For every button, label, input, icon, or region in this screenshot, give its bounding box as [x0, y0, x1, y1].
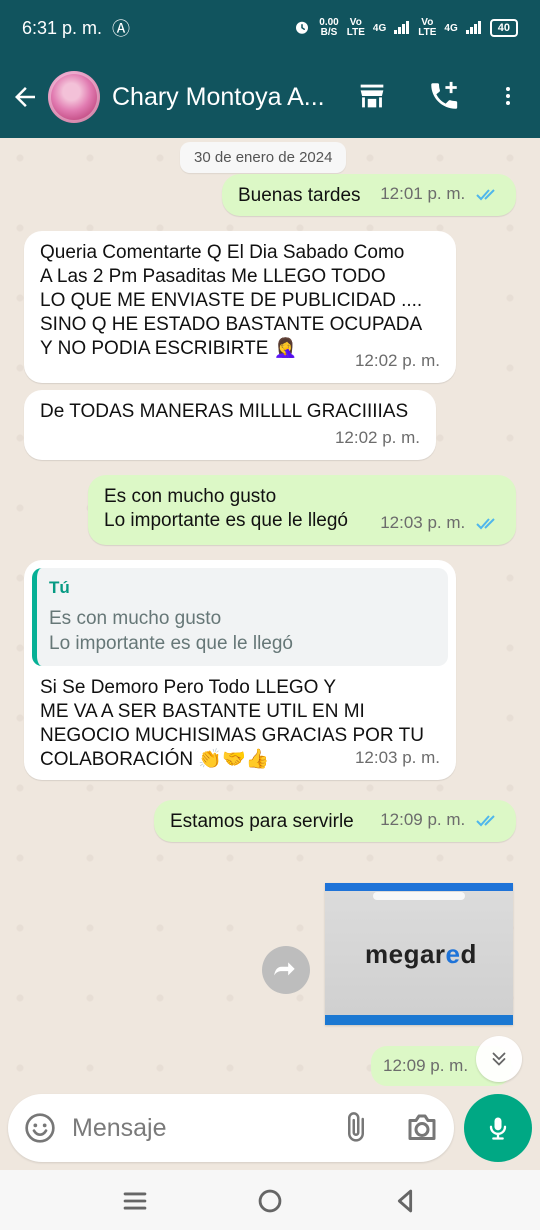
- message-time: 12:03 p. m.: [380, 511, 500, 535]
- more-icon[interactable]: [488, 76, 528, 116]
- brand-accent: e: [445, 939, 461, 969]
- status-bar: 6:31 p. m. Ⓐ 0.00 B/S Vo LTE 4G Vo LTE 4…: [0, 0, 540, 56]
- message-line: Si Se Demoro Pero Todo LLEGO Y: [40, 677, 337, 698]
- status-left: 6:31 p. m. Ⓐ: [22, 15, 130, 41]
- camera-icon[interactable]: [404, 1110, 440, 1146]
- reply-line: Lo importante es que le llegó: [49, 633, 293, 654]
- chat-title[interactable]: Chary Montoya A...: [112, 83, 342, 112]
- time-text: 12:03 p. m.: [380, 513, 466, 532]
- double-check-icon: [476, 814, 495, 826]
- forward-button[interactable]: [262, 946, 310, 994]
- speed-unit: B/S: [320, 27, 338, 38]
- brand-text: megar: [365, 939, 446, 969]
- message-in[interactable]: Tú Es con mucho gusto Lo importante es q…: [24, 560, 456, 780]
- reply-line: Es con mucho gusto: [49, 608, 222, 629]
- time-text: 12:09 p. m.: [380, 810, 466, 829]
- date-divider: 30 de enero de 2024: [180, 142, 347, 173]
- store-icon[interactable]: [352, 76, 392, 116]
- message-input[interactable]: Mensaje: [72, 1114, 167, 1143]
- image-bottom-bar: [325, 1015, 513, 1025]
- image-top-bar: [325, 883, 513, 891]
- message-line: A Las 2 Pm Pasaditas Me LLEGO TODO: [40, 266, 386, 287]
- network-2: Vo LTE: [418, 18, 436, 38]
- message-line: ME VA A SER BASTANTE UTIL EN MI: [40, 701, 365, 722]
- system-navigation-bar: [0, 1170, 540, 1230]
- network-1: Vo LTE: [347, 18, 365, 38]
- reply-author: Tú: [49, 578, 70, 597]
- signal-icon: [465, 20, 482, 37]
- message-out[interactable]: Estamos para servirle 12:09 p. m.: [154, 800, 516, 842]
- recent-apps-icon[interactable]: [118, 1184, 152, 1218]
- microphone-icon: [489, 1117, 507, 1140]
- chat-area[interactable]: 30 de enero de 2024 Buenas tardes 12:01 …: [0, 138, 540, 1090]
- status-right: 0.00 B/S Vo LTE 4G Vo LTE 4G 40: [293, 18, 518, 39]
- message-time: 12:09 p. m.: [380, 808, 500, 832]
- message-out[interactable]: Buenas tardes 12:01 p. m.: [222, 174, 516, 216]
- accessibility-icon: Ⓐ: [112, 19, 131, 39]
- forward-icon: [274, 962, 295, 976]
- message-in[interactable]: De TODAS MANERAS MILLLL GRACIIIIAS 12:02…: [24, 390, 436, 460]
- status-time: 6:31 p. m.: [22, 17, 103, 38]
- double-check-icon: [476, 517, 495, 529]
- signal-icon: [394, 20, 410, 37]
- voice-message-button[interactable]: [464, 1094, 532, 1162]
- message-line: Queria Comentarte Q El Dia Sabado Como: [40, 242, 405, 263]
- reply-quote[interactable]: Tú Es con mucho gusto Lo importante es q…: [32, 568, 448, 666]
- attachment-icon[interactable]: [342, 1110, 370, 1146]
- network-2-bottom: LTE: [418, 27, 437, 38]
- back-nav-icon[interactable]: [388, 1184, 422, 1218]
- network-2-gen: 4G: [444, 22, 458, 34]
- message-line: LO QUE ME ENVIASTE DE PUBLICIDAD ....: [40, 290, 423, 311]
- chevron-double-down-icon: [492, 1052, 506, 1066]
- message-time: 12:02 p. m.: [334, 428, 420, 447]
- avatar[interactable]: [48, 71, 100, 123]
- home-icon[interactable]: [253, 1184, 287, 1218]
- time-text: 12:01 p. m.: [380, 184, 466, 203]
- message-line: Es con mucho gusto: [104, 486, 277, 507]
- scroll-down-button[interactable]: [476, 1036, 522, 1082]
- message-in[interactable]: Queria Comentarte Q El Dia Sabado Como A…: [24, 231, 456, 383]
- brand-text-end: d: [460, 939, 477, 969]
- image-search-bar: [373, 892, 465, 900]
- message-out[interactable]: Es con mucho gusto Lo importante es que …: [88, 475, 516, 545]
- alarm-icon: [293, 18, 311, 39]
- image-attachment[interactable]: megared: [325, 883, 513, 1025]
- message-line: NEGOCIO MUCHISIMAS GRACIAS POR TU: [40, 725, 424, 746]
- speed-indicator: 0.00 B/S: [319, 18, 338, 38]
- battery-indicator: 40: [489, 19, 518, 37]
- message-time: 12:02 p. m.: [354, 351, 440, 370]
- emoji-icon[interactable]: [24, 1112, 56, 1144]
- image-brand: megared: [365, 939, 477, 970]
- call-add-icon[interactable]: [424, 76, 464, 116]
- message-composer[interactable]: Mensaje: [8, 1094, 454, 1162]
- network-1-bottom: LTE: [346, 27, 365, 38]
- network-1-gen: 4G: [372, 22, 387, 34]
- message-time: 12:01 p. m.: [380, 182, 500, 206]
- double-check-icon: [476, 188, 495, 200]
- message-time: 12:03 p. m.: [354, 748, 440, 767]
- message-line: SINO Q HE ESTADO BASTANTE OCUPADA: [40, 314, 423, 335]
- chat-header: Chary Montoya A...: [0, 56, 540, 138]
- back-icon[interactable]: [10, 82, 40, 112]
- message-text: De TODAS MANERAS MILLLL GRACIIIIAS: [40, 401, 409, 422]
